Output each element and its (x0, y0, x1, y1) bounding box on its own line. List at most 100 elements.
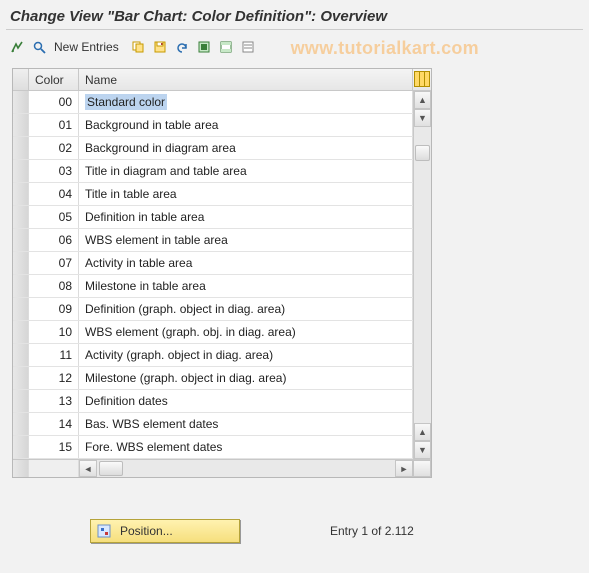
scroll-track[interactable] (414, 127, 431, 423)
table-row[interactable]: 01Background in table area (13, 114, 413, 137)
position-label: Position... (120, 524, 173, 538)
row-select-handle[interactable] (13, 206, 29, 228)
row-select-handle[interactable] (13, 390, 29, 412)
cell-color-code[interactable]: 11 (29, 344, 79, 366)
cell-color-code[interactable]: 03 (29, 160, 79, 182)
row-select-handle[interactable] (13, 229, 29, 251)
vertical-scrollbar[interactable]: ▲ ▼ ▲ ▼ (413, 91, 431, 459)
cell-color-code[interactable]: 08 (29, 275, 79, 297)
deselect-all-icon[interactable] (239, 38, 257, 56)
divider (6, 29, 583, 30)
table-row[interactable]: 00Standard color (13, 91, 413, 114)
save-icon[interactable] (151, 38, 169, 56)
cell-color-code[interactable]: 05 (29, 206, 79, 228)
row-select-handle[interactable] (13, 298, 29, 320)
scroll-thumb[interactable] (415, 145, 430, 161)
row-select-handle[interactable] (13, 160, 29, 182)
row-select-handle[interactable] (13, 183, 29, 205)
entry-counter: Entry 1 of 2.112 (330, 524, 414, 538)
table-row[interactable]: 08Milestone in table area (13, 275, 413, 298)
cell-color-code[interactable]: 15 (29, 436, 79, 458)
find-icon[interactable] (30, 38, 48, 56)
cell-color-code[interactable]: 06 (29, 229, 79, 251)
cell-color-name[interactable]: WBS element in table area (79, 229, 413, 251)
row-select-handle[interactable] (13, 137, 29, 159)
other-view-icon[interactable] (8, 38, 26, 56)
cell-color-code[interactable]: 09 (29, 298, 79, 320)
table-row[interactable]: 14Bas. WBS element dates (13, 413, 413, 436)
row-select-handle[interactable] (13, 321, 29, 343)
scroll-corner (413, 460, 431, 477)
table-settings-icon[interactable] (414, 71, 430, 87)
cell-color-name[interactable]: Fore. WBS element dates (79, 436, 413, 458)
cell-color-code[interactable]: 10 (29, 321, 79, 343)
table-config[interactable] (413, 69, 431, 90)
copy-icon[interactable] (129, 38, 147, 56)
cell-color-name[interactable]: Background in diagram area (79, 137, 413, 159)
horizontal-scrollbar[interactable]: ◄ ► (13, 459, 431, 477)
cell-color-name[interactable]: Standard color (79, 91, 413, 113)
table-row[interactable]: 15Fore. WBS element dates (13, 436, 413, 459)
hscroll-thumb[interactable] (99, 461, 123, 476)
page-title: Change View "Bar Chart: Color Definition… (0, 0, 589, 29)
position-icon (94, 521, 114, 541)
cell-color-code[interactable]: 12 (29, 367, 79, 389)
row-select-handle[interactable] (13, 91, 29, 113)
cell-color-code[interactable]: 01 (29, 114, 79, 136)
cell-color-code[interactable]: 04 (29, 183, 79, 205)
scroll-down-icon[interactable]: ▼ (414, 441, 431, 459)
cell-color-name[interactable]: Definition dates (79, 390, 413, 412)
table-body: 00Standard color01Background in table ar… (13, 91, 413, 459)
table-row[interactable]: 05Definition in table area (13, 206, 413, 229)
scroll-left-icon[interactable]: ◄ (79, 460, 97, 477)
cell-color-name[interactable]: Milestone (graph. object in diag. area) (79, 367, 413, 389)
row-select-handle[interactable] (13, 436, 29, 458)
color-table: Color Name 00Standard color01Background … (12, 68, 432, 478)
cell-color-name[interactable]: Title in diagram and table area (79, 160, 413, 182)
hscroll-track[interactable] (97, 460, 395, 477)
new-entries-button[interactable]: New Entries (52, 40, 125, 54)
row-select-handle[interactable] (13, 114, 29, 136)
table-row[interactable]: 04Title in table area (13, 183, 413, 206)
watermark: www.tutorialkart.com (291, 38, 479, 59)
table-row[interactable]: 10WBS element (graph. obj. in diag. area… (13, 321, 413, 344)
row-select-handle[interactable] (13, 275, 29, 297)
scroll-up-step-icon[interactable]: ▲ (414, 423, 431, 441)
col-header-name[interactable]: Name (79, 69, 413, 90)
table-row[interactable]: 09Definition (graph. object in diag. are… (13, 298, 413, 321)
row-select-handle[interactable] (13, 413, 29, 435)
scroll-right-icon[interactable]: ► (395, 460, 413, 477)
cell-color-name[interactable]: Activity (graph. object in diag. area) (79, 344, 413, 366)
undo-icon[interactable] (173, 38, 191, 56)
table-row[interactable]: 07Activity in table area (13, 252, 413, 275)
table-row[interactable]: 06WBS element in table area (13, 229, 413, 252)
cell-color-name[interactable]: Background in table area (79, 114, 413, 136)
scroll-down-step-icon[interactable]: ▼ (414, 109, 431, 127)
cell-color-name[interactable]: Bas. WBS element dates (79, 413, 413, 435)
select-all-icon[interactable] (195, 38, 213, 56)
cell-color-code[interactable]: 13 (29, 390, 79, 412)
select-all-rows[interactable] (13, 69, 29, 90)
table-row[interactable]: 02Background in diagram area (13, 137, 413, 160)
cell-color-code[interactable]: 07 (29, 252, 79, 274)
table-row[interactable]: 13Definition dates (13, 390, 413, 413)
scroll-up-icon[interactable]: ▲ (414, 91, 431, 109)
select-block-icon[interactable] (217, 38, 235, 56)
row-select-handle[interactable] (13, 367, 29, 389)
cell-color-name[interactable]: Definition (graph. object in diag. area) (79, 298, 413, 320)
cell-color-name[interactable]: WBS element (graph. obj. in diag. area) (79, 321, 413, 343)
table-row[interactable]: 03Title in diagram and table area (13, 160, 413, 183)
cell-color-code[interactable]: 00 (29, 91, 79, 113)
cell-color-name[interactable]: Activity in table area (79, 252, 413, 274)
position-button[interactable]: Position... (90, 519, 240, 543)
table-row[interactable]: 11Activity (graph. object in diag. area) (13, 344, 413, 367)
row-select-handle[interactable] (13, 344, 29, 366)
cell-color-name[interactable]: Definition in table area (79, 206, 413, 228)
cell-color-code[interactable]: 14 (29, 413, 79, 435)
cell-color-name[interactable]: Milestone in table area (79, 275, 413, 297)
cell-color-name[interactable]: Title in table area (79, 183, 413, 205)
col-header-color[interactable]: Color (29, 69, 79, 90)
table-row[interactable]: 12Milestone (graph. object in diag. area… (13, 367, 413, 390)
cell-color-code[interactable]: 02 (29, 137, 79, 159)
row-select-handle[interactable] (13, 252, 29, 274)
